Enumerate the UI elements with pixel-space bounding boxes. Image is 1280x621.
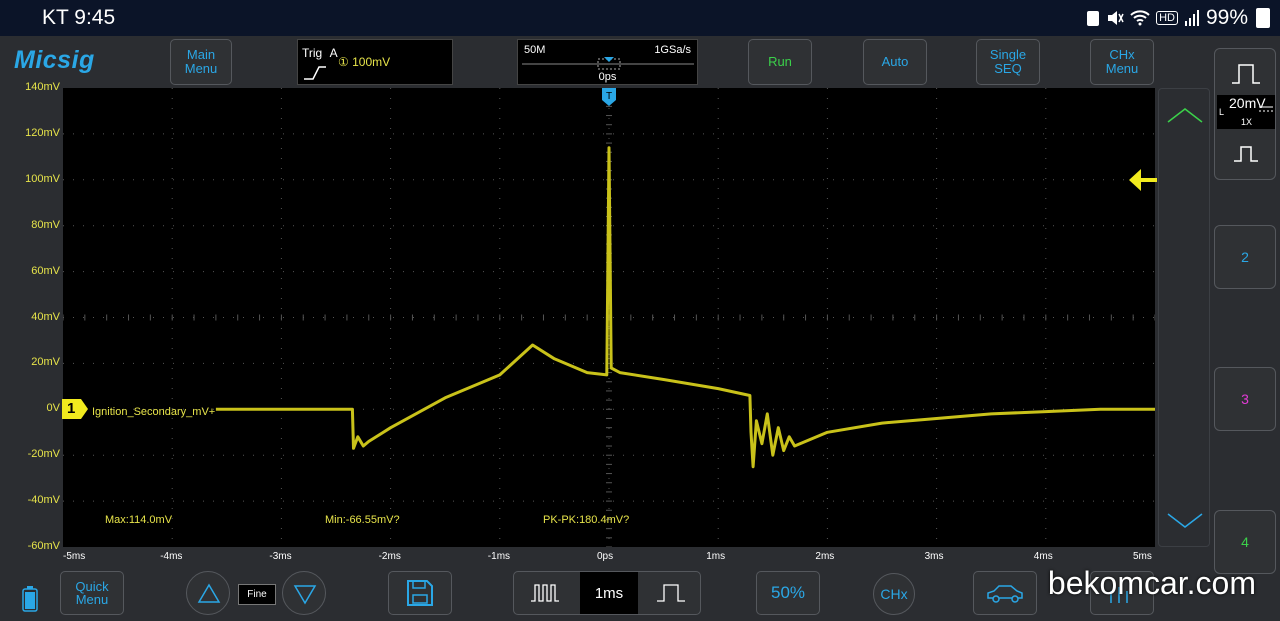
car-icon <box>987 585 1023 603</box>
save-button[interactable] <box>388 571 452 615</box>
adjust-up-button[interactable] <box>186 571 230 615</box>
auto-car-button[interactable] <box>973 571 1037 615</box>
waveform-display[interactable]: T Max:114.0mV Min:-66.55mV? PK-PK:180.4m… <box>62 87 1156 548</box>
timebase-decrease-button[interactable] <box>514 572 576 614</box>
clipboard-icon <box>1087 11 1100 26</box>
channel1-control[interactable]: 20mV L 1X <box>1214 48 1276 180</box>
adjust-down-button[interactable] <box>282 571 326 615</box>
channel1-marker[interactable]: 1 <box>61 398 89 420</box>
timebase-control: 1ms <box>513 571 701 615</box>
memory-position-bar <box>522 57 694 70</box>
memory-depth: 50M <box>524 44 546 56</box>
rising-edge-icon <box>304 66 326 80</box>
channel3-button[interactable]: 3 <box>1214 367 1276 431</box>
scale-down-icon[interactable] <box>1167 513 1203 529</box>
channel1-coupling: L <box>1219 107 1225 117</box>
x-tick-label: 4ms <box>1033 551 1053 562</box>
chx-button[interactable]: CHx <box>873 573 915 615</box>
x-tick-label: 1ms <box>706 551 726 562</box>
top-toolbar: Micsig Main Menu Trig A ① 100mV 50M 1GSa… <box>0 36 1280 88</box>
run-button[interactable]: Run <box>748 39 812 85</box>
pulse-compressed-icon <box>531 584 559 602</box>
x-tick-label: 2ms <box>815 551 835 562</box>
x-tick-label: 5ms <box>1133 551 1152 562</box>
y-tick-label: 0V <box>46 402 60 415</box>
auto-button[interactable]: Auto <box>863 39 927 85</box>
triangle-down-icon <box>293 585 317 605</box>
chx-menu-button[interactable]: CHx Menu <box>1090 39 1154 85</box>
x-tick-label: -1ms <box>487 551 511 562</box>
timebase-increase-button[interactable] <box>640 572 702 614</box>
trigger-level: ① 100mV <box>338 55 391 69</box>
x-tick-label: -2ms <box>378 551 401 562</box>
x-tick-label: -4ms <box>160 551 183 562</box>
y-tick-label: -20mV <box>27 448 60 461</box>
single-seq-button[interactable]: Single SEQ <box>976 39 1040 85</box>
battery-percent: 99% <box>1205 6 1248 29</box>
fine-control: Fine <box>186 571 326 615</box>
channel2-button[interactable]: 2 <box>1214 225 1276 289</box>
y-tick-label: 120mV <box>25 126 60 139</box>
sample-rate: 1GSa/s <box>654 44 691 56</box>
svg-text:T: T <box>606 91 612 102</box>
y-tick-label: 20mV <box>31 356 60 369</box>
y-tick-label: 100mV <box>25 172 60 185</box>
main-menu-button[interactable]: Main Menu <box>170 39 232 85</box>
pulse-narrow-icon <box>1234 146 1258 162</box>
dc-coupling-icon <box>1259 106 1273 112</box>
trigger-offset: 0ps <box>598 71 617 83</box>
quick-menu-button[interactable]: Quick Menu <box>60 571 124 615</box>
measurement-min: Min:-66.55mV? <box>325 514 400 526</box>
measurement-max: Max:114.0mV <box>105 514 173 526</box>
hd-badge: HD <box>1156 11 1178 25</box>
y-tick-label: -60mV <box>27 540 60 552</box>
channel1-trace <box>215 146 1155 469</box>
y-tick-label: 60mV <box>31 264 60 277</box>
wifi-icon <box>1130 10 1150 26</box>
scale-up-icon[interactable] <box>1167 107 1203 123</box>
trigger-level-marker[interactable] <box>1129 169 1157 191</box>
x-tick-label: -3ms <box>269 551 292 562</box>
timebase-panel[interactable]: 50M 1GSa/s 0ps <box>517 39 698 85</box>
mute-icon <box>1108 11 1124 25</box>
trigger-source: A <box>329 46 338 60</box>
vertical-control-bar[interactable] <box>1129 88 1210 547</box>
status-bar: KT 9:45 HD 99% <box>0 0 1280 36</box>
y-tick-label: 40mV <box>31 310 60 323</box>
micsig-logo: Micsig <box>14 46 95 74</box>
x-tick-label: 3ms <box>924 551 944 562</box>
x-tick-label: 0ps <box>597 551 614 562</box>
battery-icon <box>22 586 38 612</box>
signal-icon <box>1184 10 1199 26</box>
pulse-wide-icon <box>1232 64 1260 84</box>
channel1-label: Ignition_Secondary_mV+ <box>92 406 216 418</box>
pulse-expanded-icon <box>657 584 685 602</box>
fine-toggle[interactable]: Fine <box>238 584 276 605</box>
waveform-chart[interactable]: T <box>62 87 1156 548</box>
y-tick-label: -40mV <box>27 494 60 507</box>
trigger-title: Trig <box>302 46 323 60</box>
y-tick-label: 140mV <box>25 81 60 93</box>
x-tick-label: -5ms <box>63 551 86 562</box>
measurement-pkpk: PK-PK:180.4mV? <box>543 514 630 526</box>
channel1-probe: 1X <box>1241 117 1253 127</box>
battery-icon <box>1256 8 1270 28</box>
timebase-value: 1ms <box>580 572 638 614</box>
trigger-panel[interactable]: Trig A ① 100mV <box>297 39 453 85</box>
watermark: bekomcar.com <box>1047 565 1256 601</box>
save-icon <box>407 580 433 606</box>
triangle-up-icon <box>197 583 221 603</box>
y-tick-label: 80mV <box>31 218 60 231</box>
trigger-position-marker[interactable]: T <box>602 88 616 106</box>
fifty-percent-button[interactable]: 50% <box>756 571 820 615</box>
carrier-time: KT 9:45 <box>42 6 116 29</box>
